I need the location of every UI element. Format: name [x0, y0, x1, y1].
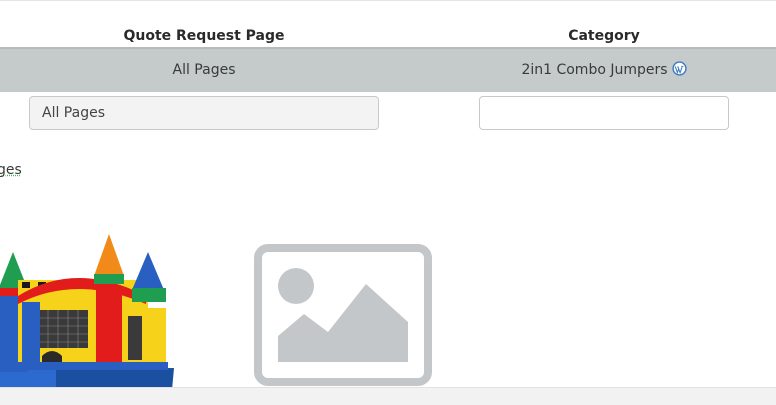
- top-divider: [0, 0, 776, 1]
- wordpress-icon[interactable]: [671, 51, 687, 76]
- cell-category-text: 2in1 Combo Jumpers: [521, 62, 668, 78]
- footer-bar: [0, 387, 776, 405]
- cell-category: 2in1 Combo Jumpers: [479, 49, 729, 92]
- bounce-house-castle-image[interactable]: [0, 230, 176, 390]
- category-field[interactable]: [479, 96, 729, 130]
- table-header-row: Quote Request Page Category: [0, 25, 776, 47]
- page: Quote Request Page Category All Pages 2i…: [0, 0, 776, 405]
- input-row: All Pages: [0, 96, 776, 132]
- cell-quote-request-page-text: All Pages: [172, 62, 236, 78]
- pages-link[interactable]: ges: [0, 162, 22, 178]
- table-row: All Pages 2in1 Combo Jumpers: [0, 47, 776, 92]
- image-placeholder-icon: [254, 244, 432, 386]
- header-category: Category: [568, 28, 640, 44]
- header-quote-request-page: Quote Request Page: [123, 28, 285, 44]
- cell-quote-request-page: All Pages: [29, 49, 379, 92]
- quote-request-page-field[interactable]: All Pages: [29, 96, 379, 130]
